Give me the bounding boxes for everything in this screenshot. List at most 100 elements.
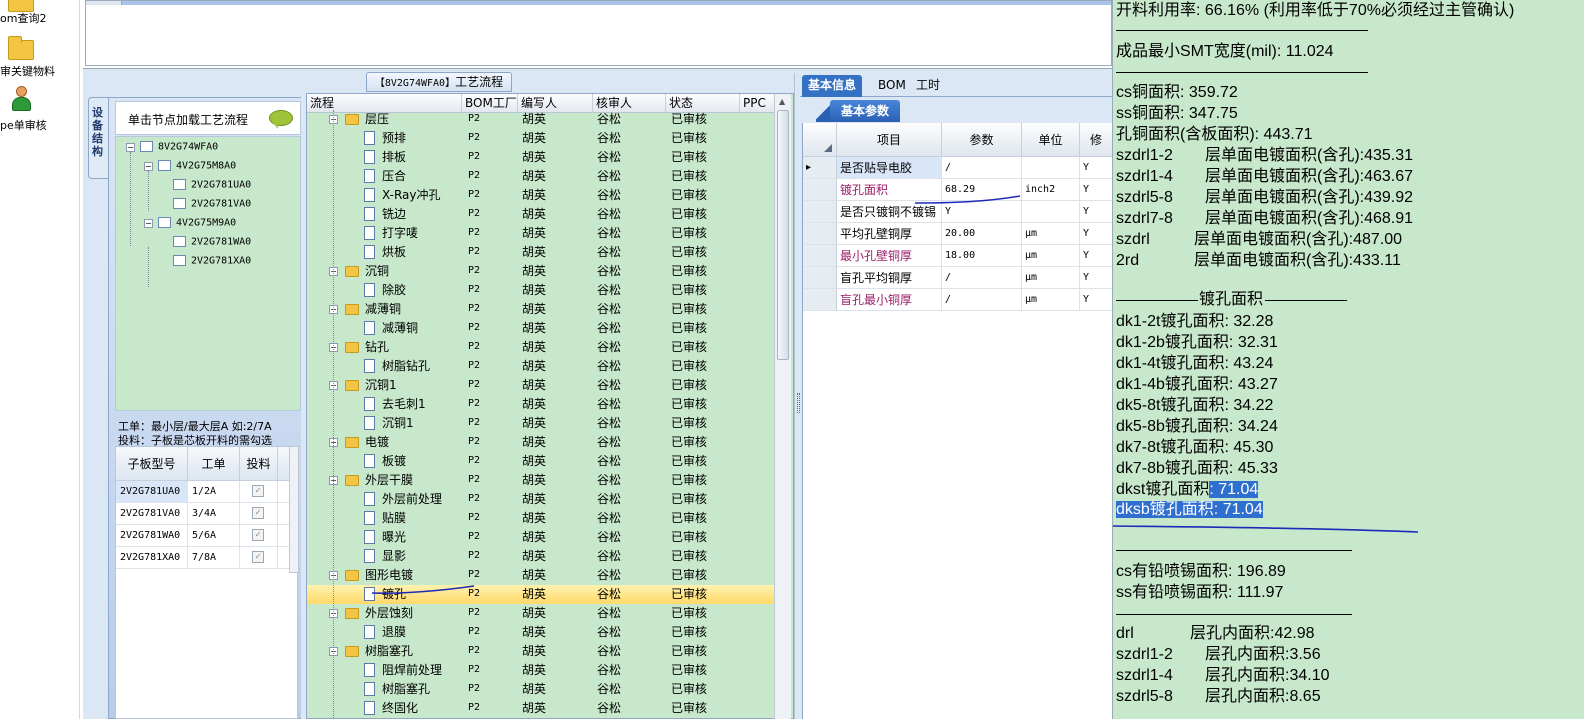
flow-step-row[interactable]: 板镀 P2 胡英 谷松 已审核	[307, 452, 777, 471]
center-splitter[interactable]	[794, 73, 801, 719]
flow-step-row[interactable]: 阻焊前处理 P2 胡英 谷松 已审核	[307, 661, 777, 680]
param-column-header[interactable]: 项目	[837, 123, 942, 157]
param-flag[interactable]: Y	[1080, 289, 1113, 311]
tab-param-1[interactable]: 基本信息	[802, 75, 863, 97]
param-value-field[interactable]: 18.00	[942, 245, 1022, 267]
scroll-up-arrow-icon[interactable]: ▲	[779, 97, 785, 106]
param-flag[interactable]: Y	[1080, 201, 1113, 223]
flow-group-row[interactable]: − 图形电镀 P2 胡英 谷松 已审核	[307, 566, 777, 585]
tree-node[interactable]: 4V2G75M8A0	[158, 160, 236, 172]
collapse-toggle-icon[interactable]: −	[144, 162, 153, 171]
param-column-header[interactable]: 单位	[1022, 123, 1080, 157]
param-value-field[interactable]: 68.29	[942, 179, 1022, 201]
feed-checkbox[interactable]: ✓	[252, 551, 264, 563]
param-row-header[interactable]	[803, 201, 837, 223]
tree-node[interactable]: 4V2G75M9A0	[158, 217, 236, 229]
flow-step-row[interactable]: 排板 P2 胡英 谷松 已审核	[307, 148, 777, 167]
flow-step-row[interactable]: 镀孔 P2 胡英 谷松 已审核	[307, 585, 777, 604]
grid-column-header[interactable]: 子板型号	[116, 447, 188, 481]
param-column-header[interactable]: 参数	[942, 123, 1022, 157]
param-row-header[interactable]	[803, 223, 837, 245]
flow-group-row[interactable]: − 层压 P2 胡英 谷松 已审核	[307, 110, 777, 129]
flow-step-row[interactable]: 沉铜1 P2 胡英 谷松 已审核	[307, 414, 777, 433]
flow-group-row[interactable]: − 电镀 P2 胡英 谷松 已审核	[307, 433, 777, 452]
flow-step-row[interactable]: 去毛刺1 P2 胡英 谷松 已审核	[307, 395, 777, 414]
grid-cell-feed[interactable]: ✓	[240, 547, 278, 569]
grid-cell-feed[interactable]: ✓	[240, 525, 278, 547]
flow-step-row[interactable]: 打字唛 P2 胡英 谷松 已审核	[307, 224, 777, 243]
param-value-field[interactable]: /	[942, 267, 1022, 289]
flow-step-row[interactable]: 压合 P2 胡英 谷松 已审核	[307, 167, 777, 186]
subboard-grid-scrollbar[interactable]	[289, 446, 299, 573]
flow-step-row[interactable]: 退膜 P2 胡英 谷松 已审核	[307, 623, 777, 642]
tab-param-2[interactable]: BOM	[872, 75, 912, 97]
flow-group-row[interactable]: − 外层干膜 P2 胡英 谷松 已审核	[307, 471, 777, 490]
splitter-grip-icon[interactable]	[797, 393, 800, 413]
param-value-field[interactable]: 20.00	[942, 223, 1022, 245]
tree-node[interactable]: 2V2G781UA0	[173, 179, 251, 191]
param-row-header[interactable]	[803, 245, 837, 267]
flow-step-row[interactable]: 贴膜 P2 胡英 谷松 已审核	[307, 509, 777, 528]
param-row-header[interactable]	[803, 179, 837, 201]
grid-cell-model[interactable]: 2V2G781VA0	[116, 503, 188, 525]
flow-step-row[interactable]: 树脂塞孔 P2 胡英 谷松 已审核	[307, 680, 777, 699]
grid-column-header[interactable]: 工单	[188, 447, 240, 481]
launcher-item-3[interactable]: pe单审核	[0, 0, 80, 140]
flow-step-row[interactable]: 铣边 P2 胡英 谷松 已审核	[307, 205, 777, 224]
grid-cell-order[interactable]: 7/8A	[188, 547, 240, 569]
collapse-toggle-icon[interactable]: −	[144, 219, 153, 228]
grid-cell-model[interactable]: 2V2G781WA0	[116, 525, 188, 547]
flow-step-row[interactable]: 曝光 P2 胡英 谷松 已审核	[307, 528, 777, 547]
flow-step-row[interactable]: 终固化 P2 胡英 谷松 已审核	[307, 699, 777, 718]
feed-checkbox[interactable]: ✓	[252, 507, 264, 519]
flow-step-row[interactable]: 减薄铜 P2 胡英 谷松 已审核	[307, 319, 777, 338]
param-row-header[interactable]: ▸	[803, 157, 837, 179]
grid-column-header[interactable]: 投料	[240, 447, 278, 481]
feed-checkbox[interactable]: ✓	[252, 529, 264, 541]
grid-cell-order[interactable]: 5/6A	[188, 525, 240, 547]
tree-node[interactable]: 8V2G74WFA0	[140, 141, 218, 153]
grid-corner-icon[interactable]	[803, 123, 837, 157]
grid-cell-model[interactable]: 2V2G781XA0	[116, 547, 188, 569]
param-flag[interactable]: Y	[1080, 245, 1113, 267]
flow-group-row[interactable]: − 沉铜1 P2 胡英 谷松 已审核	[307, 376, 777, 395]
flow-scroll-thumb[interactable]	[777, 110, 789, 360]
param-value-field[interactable]: /	[942, 289, 1022, 311]
grid-cell-order[interactable]: 1/2A	[188, 481, 240, 503]
param-flag[interactable]: Y	[1080, 223, 1113, 245]
flow-step-row[interactable]: 除胶 P2 胡英 谷松 已审核	[307, 281, 777, 300]
param-row-header[interactable]	[803, 289, 837, 311]
flow-step-row[interactable]: 外层前处理 P2 胡英 谷松 已审核	[307, 490, 777, 509]
param-flag[interactable]: Y	[1080, 157, 1113, 179]
grid-cell-feed[interactable]: ✓	[240, 481, 278, 503]
flow-step-row[interactable]: X-Ray冲孔 P2 胡英 谷松 已审核	[307, 186, 777, 205]
flow-group-row[interactable]: − 外层蚀刻 P2 胡英 谷松 已审核	[307, 604, 777, 623]
flow-group-row[interactable]: − 钻孔 P2 胡英 谷松 已审核	[307, 338, 777, 357]
param-flag[interactable]: Y	[1080, 179, 1113, 201]
tree-node[interactable]: 2V2G781VA0	[173, 198, 251, 210]
flow-step-row[interactable]: 烘板 P2 胡英 谷松 已审核	[307, 243, 777, 262]
flow-step-row[interactable]: 树脂钻孔 P2 胡英 谷松 已审核	[307, 357, 777, 376]
param-value-field[interactable]: /	[942, 157, 1022, 179]
tab-device-structure[interactable]: 设备结构	[88, 97, 108, 179]
tab-basic-params[interactable]: 基本参数	[830, 100, 900, 122]
flow-group-row[interactable]: − 减薄铜 P2 胡英 谷松 已审核	[307, 300, 777, 319]
tree-node[interactable]: 2V2G781WA0	[173, 236, 251, 248]
param-flag[interactable]: Y	[1080, 267, 1113, 289]
flow-step-row[interactable]: 显影 P2 胡英 谷松 已审核	[307, 547, 777, 566]
grid-cell-feed[interactable]: ✓	[240, 503, 278, 525]
param-value-field[interactable]: Y	[942, 201, 1022, 223]
flow-title-tab[interactable]: 【8V2G74WFA0】工艺流程	[366, 72, 512, 92]
flow-group-row[interactable]: − 沉铜 P2 胡英 谷松 已审核	[307, 262, 777, 281]
feed-checkbox[interactable]: ✓	[252, 485, 264, 497]
tab-param-3[interactable]: 工时	[910, 75, 946, 97]
flow-step-row[interactable]: 预排 P2 胡英 谷松 已审核	[307, 129, 777, 148]
grid-cell-model[interactable]: 2V2G781UA0	[116, 481, 188, 503]
tree-node[interactable]: 2V2G781XA0	[173, 255, 251, 267]
flow-group-row[interactable]: − 树脂塞孔 P2 胡英 谷松 已审核	[307, 642, 777, 661]
flow-scrollbar[interactable]: ▲	[774, 94, 791, 719]
collapse-toggle-icon[interactable]: −	[126, 143, 135, 152]
param-row-header[interactable]	[803, 267, 837, 289]
speech-bubble-icon[interactable]	[269, 110, 293, 129]
param-column-header[interactable]: 修	[1080, 123, 1113, 157]
